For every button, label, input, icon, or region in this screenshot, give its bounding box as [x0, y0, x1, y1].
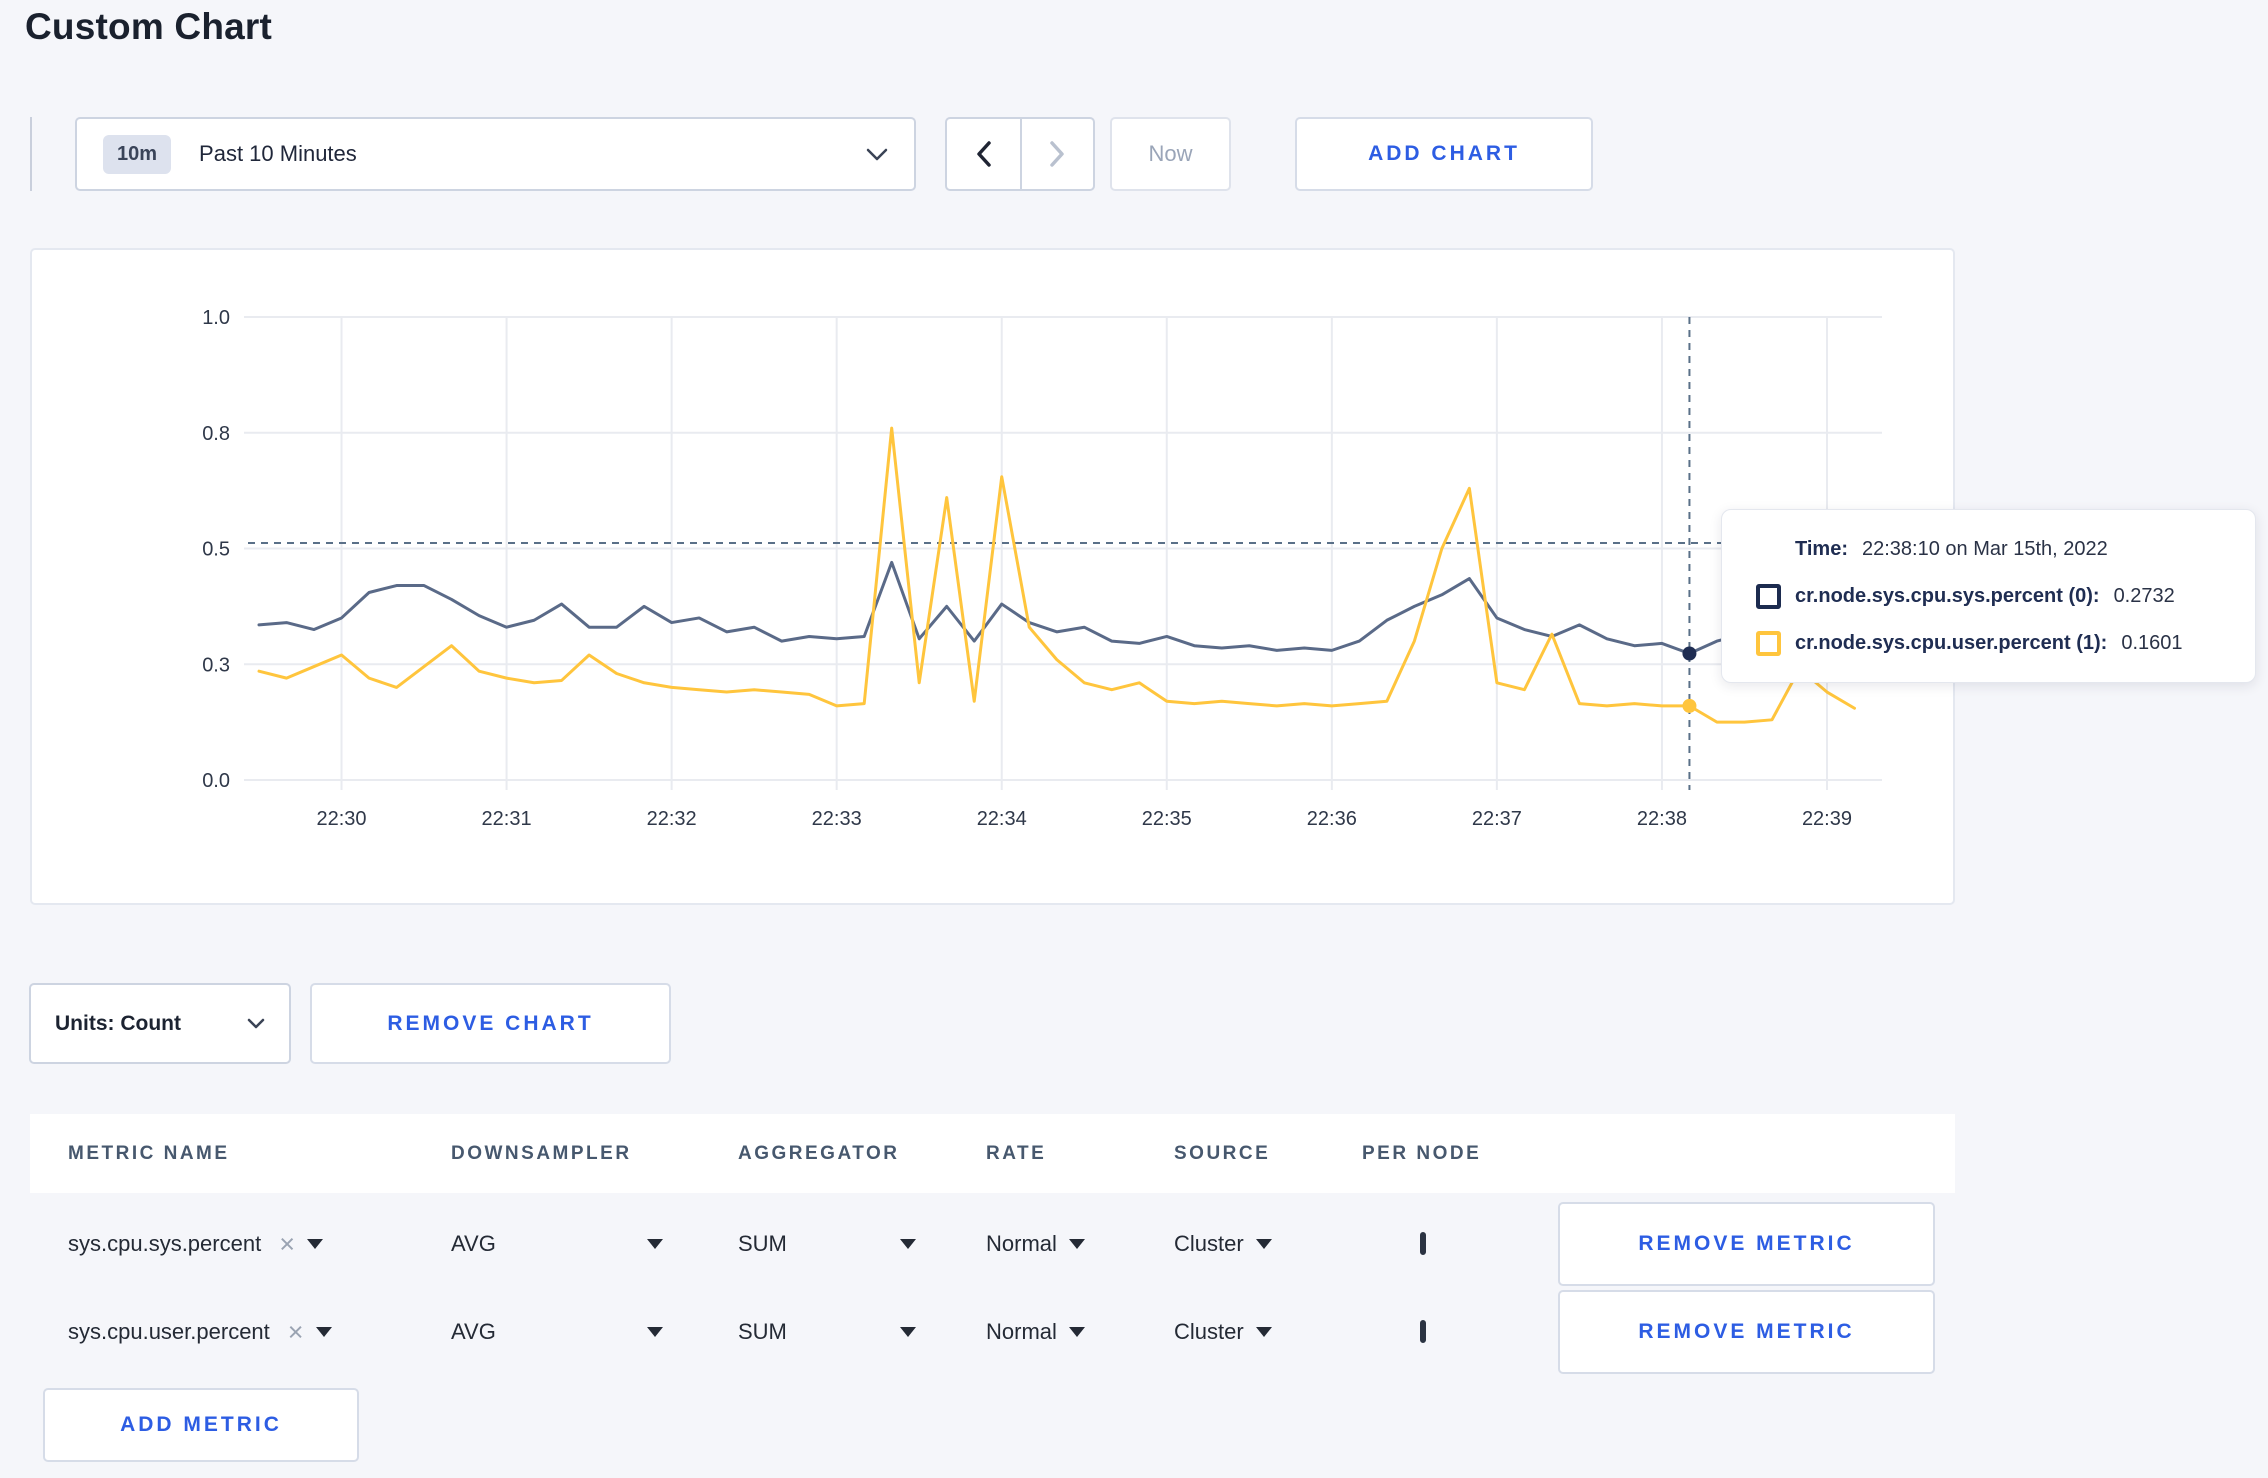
- remove-metric-label: REMOVE METRIC: [1638, 1232, 1855, 1255]
- time-range-label: Past 10 Minutes: [199, 141, 357, 166]
- rate-value: Normal: [986, 1231, 1057, 1256]
- y-tick-label: 0.8: [202, 423, 230, 445]
- caret-down-icon: [1068, 1327, 1085, 1337]
- chevron-down-icon: [866, 148, 888, 160]
- col-header-downsampler: DOWNSAMPLER: [451, 1142, 632, 1164]
- rate-select[interactable]: Normal: [986, 1319, 1174, 1345]
- chart-hover-tooltip: Time: 22:38:10 on Mar 15th, 2022 cr.node…: [1721, 509, 2256, 683]
- x-tick-label: 22:39: [1802, 808, 1852, 830]
- caret-down-icon: [647, 1327, 663, 1337]
- col-header-aggregator: AGGREGATOR: [738, 1142, 900, 1164]
- source-value: Cluster: [1174, 1319, 1244, 1344]
- tooltip-time-label: Time:: [1795, 538, 1848, 560]
- y-tick-label: 1.0: [202, 307, 230, 329]
- metric-row: sys.cpu.sys.percent × AVG SUM Normal Clu…: [30, 1200, 1955, 1288]
- add-metric-button[interactable]: ADD METRIC: [43, 1388, 359, 1462]
- add-chart-label: ADD CHART: [1368, 142, 1520, 165]
- metric-name-value: sys.cpu.user.percent: [68, 1319, 270, 1344]
- downsampler-select[interactable]: AVG: [451, 1319, 663, 1345]
- y-tick-label: 0.0: [202, 770, 230, 792]
- chart-card: 0.0 0.3 0.5 0.8 1.0 22:30 22:31 22:32 22:33 22:34…: [30, 248, 1955, 905]
- per-node-checkbox[interactable]: [1420, 1232, 1426, 1255]
- units-select[interactable]: Units: Count: [29, 983, 291, 1064]
- col-header-rate: RATE: [986, 1142, 1047, 1164]
- x-tick-label: 22:35: [1142, 808, 1192, 830]
- caret-down-icon: [1255, 1239, 1272, 1249]
- remove-metric-button[interactable]: REMOVE METRIC: [1558, 1202, 1935, 1286]
- metrics-table-header: METRIC NAME DOWNSAMPLER AGGREGATOR RATE …: [30, 1114, 1955, 1193]
- tooltip-series-label: cr.node.sys.cpu.user.percent (1):: [1795, 632, 2108, 654]
- series-swatch-user: [1756, 630, 1781, 656]
- caret-down-icon: [315, 1327, 332, 1337]
- caret-down-icon: [1068, 1239, 1085, 1249]
- metric-row: sys.cpu.user.percent × AVG SUM Normal Cl…: [30, 1288, 1955, 1376]
- col-header-metric-name: METRIC NAME: [68, 1142, 230, 1164]
- col-header-source: SOURCE: [1174, 1142, 1271, 1164]
- toolbar-divider: [30, 117, 32, 191]
- tooltip-series-value: 0.2732: [2113, 585, 2175, 607]
- tooltip-time-value: 22:38:10 on Mar 15th, 2022: [1861, 538, 2108, 560]
- tooltip-series-label: cr.node.sys.cpu.sys.percent (0):: [1795, 585, 2100, 607]
- rate-value: Normal: [986, 1319, 1057, 1344]
- hover-point: [1682, 646, 1697, 661]
- add-metric-label: ADD METRIC: [120, 1413, 282, 1436]
- metric-name-value: sys.cpu.sys.percent: [68, 1231, 262, 1256]
- hover-point: [1682, 698, 1697, 713]
- metric-name-select[interactable]: sys.cpu.sys.percent ×: [68, 1230, 451, 1258]
- x-tick-label: 22:30: [316, 808, 366, 830]
- remove-chart-button[interactable]: REMOVE CHART: [310, 983, 671, 1064]
- caret-down-icon: [306, 1239, 323, 1249]
- chevron-down-icon: [247, 1018, 265, 1029]
- page-title: Custom Chart: [25, 6, 273, 47]
- x-tick-label: 22:37: [1472, 808, 1522, 830]
- y-tick-label: 0.3: [202, 654, 230, 676]
- chevron-right-icon: [1050, 141, 1064, 167]
- x-tick-label: 22:32: [647, 808, 697, 830]
- time-range-select[interactable]: 10m Past 10 Minutes: [75, 117, 916, 191]
- remove-metric-button[interactable]: REMOVE METRIC: [1558, 1290, 1935, 1374]
- x-tick-label: 22:31: [482, 808, 532, 830]
- remove-metric-label: REMOVE METRIC: [1638, 1320, 1855, 1343]
- source-select[interactable]: Cluster: [1174, 1319, 1362, 1345]
- col-header-per-node: PER NODE: [1362, 1142, 1482, 1164]
- series-line: [257, 426, 1856, 724]
- aggregator-value: SUM: [738, 1319, 787, 1344]
- clear-metric-icon[interactable]: ×: [288, 1318, 304, 1346]
- chevron-left-icon: [977, 141, 991, 167]
- series-swatch-sys: [1756, 583, 1781, 609]
- prev-range-button[interactable]: [947, 119, 1020, 189]
- clear-metric-icon[interactable]: ×: [279, 1230, 295, 1258]
- remove-chart-label: REMOVE CHART: [387, 1011, 594, 1035]
- caret-down-icon: [1255, 1327, 1272, 1337]
- add-chart-button[interactable]: ADD CHART: [1295, 117, 1593, 191]
- y-tick-label: 0.5: [202, 539, 230, 561]
- x-tick-label: 22:36: [1307, 808, 1357, 830]
- series-line: [257, 560, 1856, 656]
- downsampler-select[interactable]: AVG: [451, 1231, 663, 1257]
- x-tick-label: 22:34: [977, 808, 1027, 830]
- per-node-checkbox[interactable]: [1420, 1320, 1426, 1343]
- timeseries-chart[interactable]: 0.0 0.3 0.5 0.8 1.0 22:30 22:31 22:32 22:33 22:34…: [32, 250, 1953, 903]
- caret-down-icon: [647, 1239, 663, 1249]
- aggregator-value: SUM: [738, 1231, 787, 1256]
- time-nav-arrows: [945, 117, 1095, 191]
- aggregator-select[interactable]: SUM: [738, 1231, 916, 1257]
- downsampler-value: AVG: [451, 1231, 496, 1256]
- next-range-button[interactable]: [1020, 119, 1093, 189]
- caret-down-icon: [900, 1239, 916, 1249]
- metric-name-select[interactable]: sys.cpu.user.percent ×: [68, 1318, 451, 1346]
- now-button[interactable]: Now: [1110, 117, 1231, 191]
- now-button-label: Now: [1148, 141, 1193, 166]
- downsampler-value: AVG: [451, 1319, 496, 1344]
- tooltip-series-value: 0.1601: [2121, 632, 2183, 654]
- x-tick-label: 22:38: [1637, 808, 1687, 830]
- caret-down-icon: [900, 1327, 916, 1337]
- aggregator-select[interactable]: SUM: [738, 1319, 916, 1345]
- source-select[interactable]: Cluster: [1174, 1231, 1362, 1257]
- x-tick-label: 22:33: [812, 808, 862, 830]
- time-scale-badge: 10m: [103, 134, 172, 174]
- source-value: Cluster: [1174, 1231, 1244, 1256]
- rate-select[interactable]: Normal: [986, 1231, 1174, 1257]
- units-label: Units: Count: [55, 1011, 181, 1035]
